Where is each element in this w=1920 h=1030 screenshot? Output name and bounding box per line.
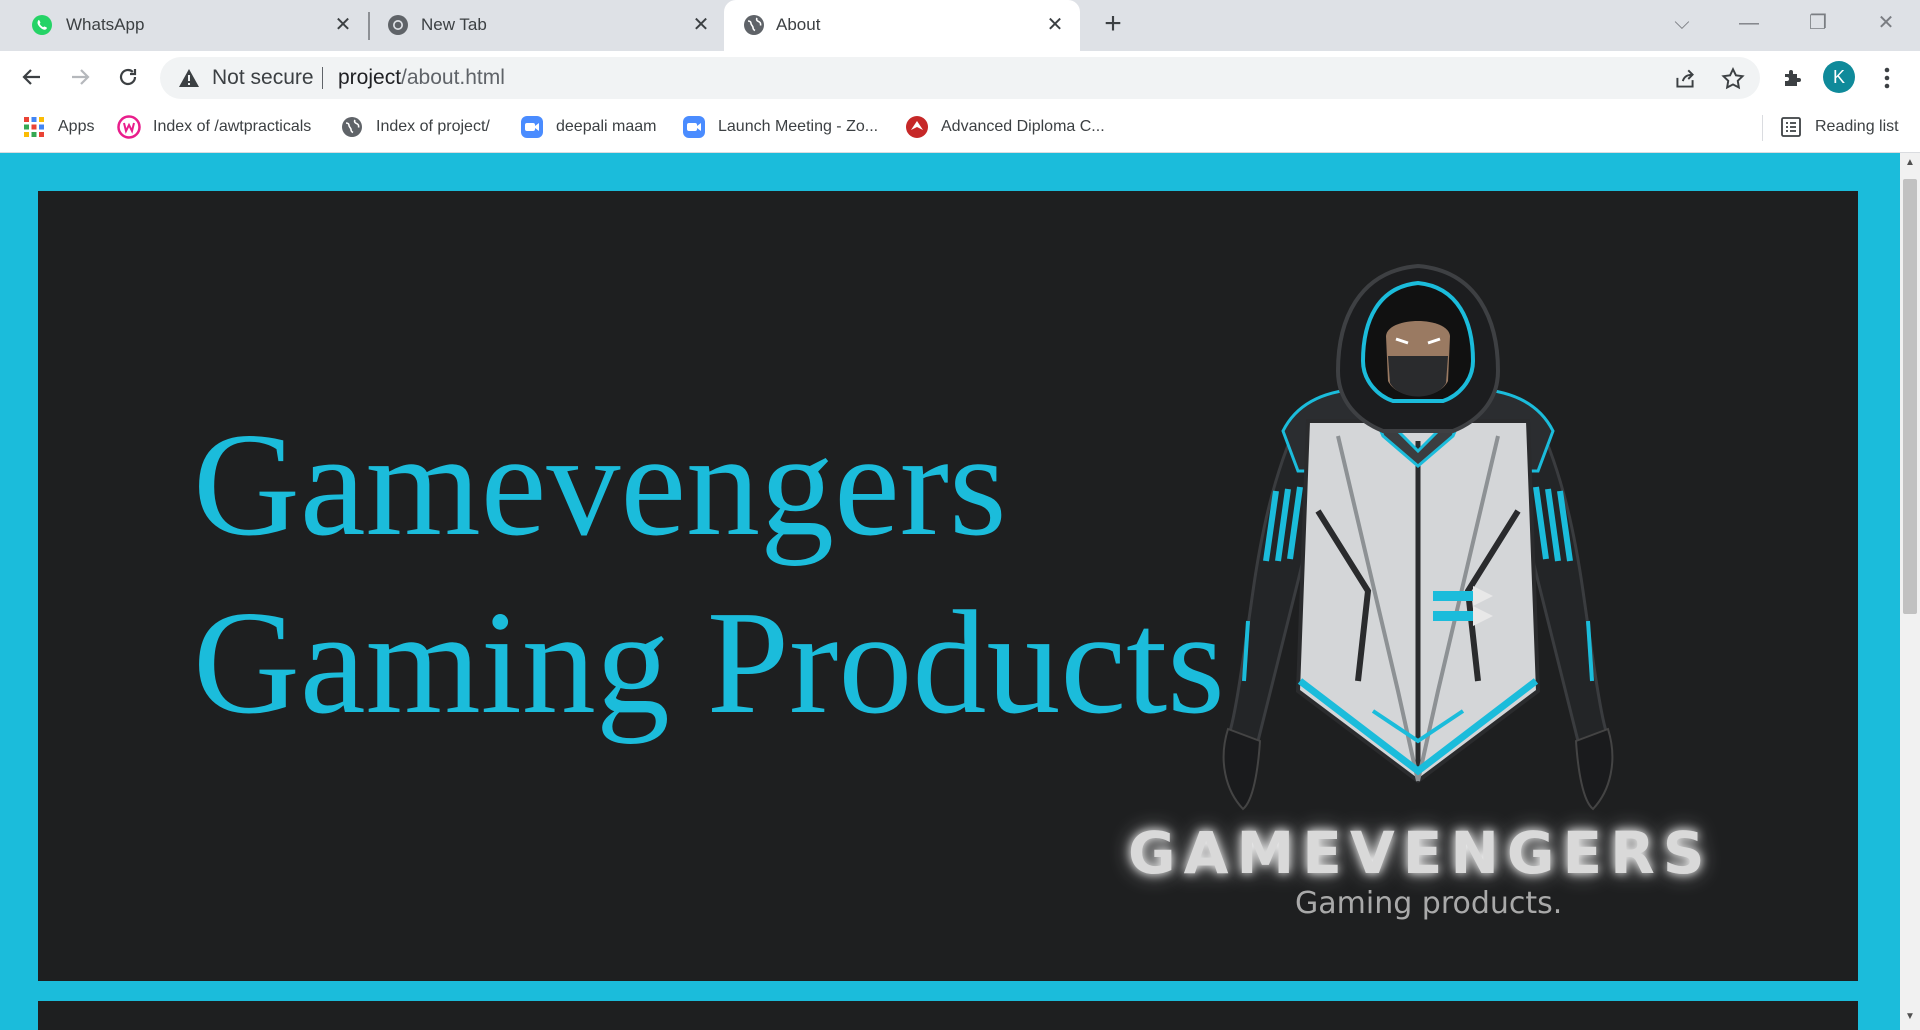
tab-new-tab[interactable]: New Tab ✕ (370, 0, 720, 51)
zoom-icon (683, 116, 705, 138)
page-viewport: Gamevengers Gaming Products GAMEVENGERS … (0, 153, 1900, 1030)
bookmarks-separator (1762, 115, 1763, 141)
chrome-icon (388, 15, 408, 35)
brand-logo-text: GAMEVENGERS (1128, 819, 1713, 887)
bookmark-deepali-maam[interactable]: deepali maam (520, 113, 657, 141)
tab-whatsapp[interactable]: WhatsApp ✕ (0, 0, 360, 51)
site-logo-icon (906, 116, 928, 138)
tab-label: About (776, 15, 821, 34)
warning-icon[interactable] (178, 68, 200, 88)
star-icon[interactable] (1720, 66, 1746, 92)
scroll-up-arrow-icon[interactable]: ▲ (1900, 157, 1920, 171)
reload-icon (119, 68, 137, 86)
browser-toolbar: Not secure project/about.html K (0, 51, 1920, 103)
tab-search-icon[interactable]: ⌵ (1662, 8, 1702, 38)
address-divider (322, 67, 323, 89)
close-tab-icon[interactable]: ✕ (332, 14, 354, 36)
url-host: project (338, 66, 402, 89)
bookmark-label: Launch Meeting - Zo... (718, 118, 879, 135)
globe-icon (744, 15, 764, 35)
bookmark-launch-meeting[interactable]: Launch Meeting - Zo... (682, 113, 878, 141)
gamevengers-character-image (1222, 263, 1614, 811)
hero-title: Gamevengers Gaming Products (193, 396, 1225, 752)
menu-button[interactable] (1872, 63, 1902, 93)
reading-list-label: Reading list (1815, 118, 1899, 135)
wamp-icon (117, 115, 141, 139)
share-icon[interactable] (1672, 66, 1698, 92)
zoom-icon (521, 116, 543, 138)
page-scrollbar[interactable]: ▲ ▼ (1900, 153, 1920, 1030)
arrow-left-icon (22, 69, 40, 85)
apps-grid-icon (24, 117, 44, 137)
new-tab-button[interactable]: + (1098, 9, 1128, 40)
bookmark-label: Apps (58, 118, 95, 135)
bookmark-apps[interactable]: Apps (22, 113, 94, 141)
whatsapp-icon (32, 15, 52, 35)
puzzle-icon (1785, 70, 1801, 86)
address-bar[interactable]: Not secure project/about.html (160, 57, 1760, 99)
scrollbar-thumb[interactable] (1903, 179, 1917, 614)
close-tab-icon[interactable]: ✕ (1044, 14, 1066, 36)
hero-title-line-2: Gaming Products (193, 581, 1225, 745)
hero-banner: Gamevengers Gaming Products GAMEVENGERS … (38, 191, 1858, 981)
url-text[interactable]: project/about.html (338, 66, 505, 90)
back-button[interactable] (14, 59, 50, 95)
url-path: /about.html (401, 66, 505, 89)
globe-icon (342, 117, 362, 137)
profile-avatar[interactable]: K (1823, 61, 1855, 93)
bookmark-label: deepali maam (556, 118, 657, 135)
tab-strip: WhatsApp ✕ New Tab ✕ About ✕ + ⌵ — ❐ ✕ (0, 0, 1920, 51)
bookmark-label: Advanced Diploma C... (941, 118, 1105, 135)
reload-button[interactable] (110, 59, 146, 95)
bookmark-advanced-diploma[interactable]: Advanced Diploma C... (905, 113, 1105, 141)
scroll-down-arrow-icon[interactable]: ▼ (1900, 1011, 1920, 1025)
close-tab-icon[interactable]: ✕ (690, 14, 712, 36)
bookmarks-bar: Apps Index of /awtpracticals Index of pr… (0, 103, 1920, 153)
brand-tagline: Gaming products. (1295, 886, 1563, 921)
minimize-icon[interactable]: — (1729, 8, 1769, 38)
more-vert-icon (1884, 67, 1890, 89)
close-window-icon[interactable]: ✕ (1866, 8, 1906, 38)
reading-list-icon (1781, 117, 1801, 137)
reading-list-button[interactable]: Reading list (1779, 113, 1899, 141)
bookmark-index-project[interactable]: Index of project/ (340, 113, 490, 141)
bookmark-label: Index of /awtpracticals (153, 118, 312, 135)
extensions-button[interactable] (1778, 63, 1808, 93)
forward-button[interactable] (62, 59, 98, 95)
tab-about[interactable]: About ✕ (724, 0, 1080, 51)
bookmark-awtpracticals[interactable]: Index of /awtpracticals (117, 113, 311, 141)
arrow-right-icon (72, 69, 90, 85)
security-status[interactable]: Not secure (212, 66, 314, 90)
tab-label: WhatsApp (66, 15, 145, 34)
hero-title-line-1: Gamevengers (193, 403, 1007, 567)
restore-icon[interactable]: ❐ (1798, 8, 1838, 38)
tab-label: New Tab (421, 15, 487, 34)
bookmark-label: Index of project/ (376, 118, 490, 135)
next-section (38, 1001, 1858, 1030)
